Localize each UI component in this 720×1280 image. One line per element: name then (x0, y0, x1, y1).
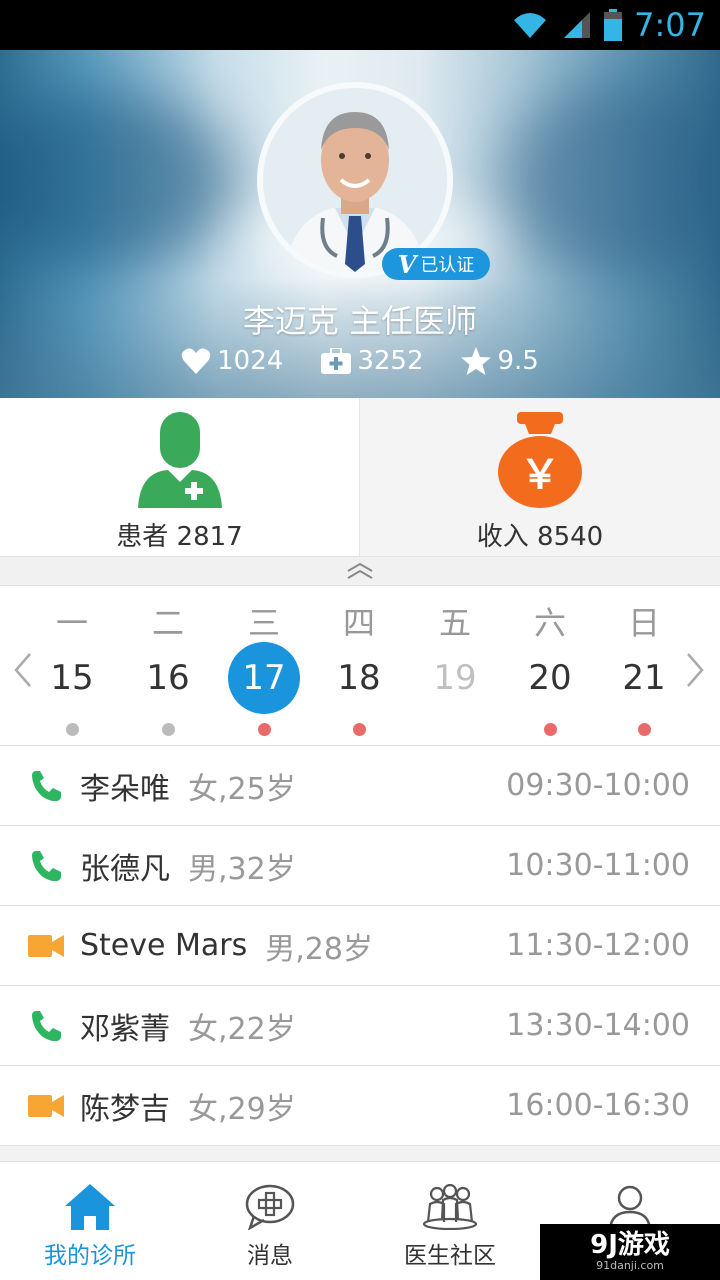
nav-doctor-community[interactable]: 医生社区 (360, 1162, 540, 1280)
date-number: 19 (433, 658, 477, 698)
phone-icon (28, 768, 64, 804)
calendar-day[interactable]: 二 16 (123, 586, 213, 746)
appointment-time: 16:00-16:30 (506, 1088, 690, 1123)
income-tile[interactable]: ￥ 收入 8540 (360, 398, 720, 556)
patient-info: 女,22岁 (188, 1011, 296, 1047)
patient-info: 女,25岁 (188, 771, 296, 807)
income-symbol: ￥ (520, 452, 560, 498)
weekday-label: 三 (247, 604, 280, 642)
patient-name: 张德凡 (80, 851, 170, 887)
date-number: 21 (622, 658, 666, 698)
nav-messages-label: 消息 (247, 1243, 293, 1269)
schedule-dot (258, 723, 271, 736)
patient-name: 陈梦吉 (80, 1091, 170, 1127)
phone-icon (28, 848, 64, 884)
appointment-row[interactable]: 张德凡 男,32岁 10:30-11:00 (0, 826, 720, 906)
cellular-signal-icon (564, 12, 591, 38)
collapse-toggle[interactable] (0, 556, 720, 586)
stat-consultations-value: 3252 (357, 346, 424, 376)
date-number: 16 (146, 658, 190, 698)
doctor-name-title: 李迈克 主任医师 (242, 302, 478, 340)
wifi-icon (514, 13, 547, 38)
appointment-list: 李朵唯 女,25岁 09:30-10:00 张德凡 男,32岁 10:30-11… (0, 746, 720, 1146)
appointment-time: 10:30-11:00 (506, 848, 690, 883)
appointment-time: 11:30-12:00 (506, 928, 690, 963)
patients-label: 患者 2817 (116, 522, 243, 552)
nav-messages[interactable]: 消息 (180, 1162, 360, 1280)
appointment-row[interactable]: 陈梦吉 女,29岁 16:00-16:30 (0, 1066, 720, 1146)
patient-info: 男,28岁 (265, 931, 373, 967)
weekday-label: 二 (151, 604, 184, 642)
date-number: 20 (528, 658, 572, 698)
patient-info: 男,32岁 (188, 851, 296, 887)
verified-v-icon: V (397, 249, 417, 279)
date-number: 15 (50, 658, 94, 698)
stat-consultations: 3252 (321, 346, 423, 376)
schedule-dot (162, 723, 175, 736)
schedule-dot (353, 723, 366, 736)
chat-medical-icon (245, 1184, 295, 1230)
schedule-dot (544, 723, 557, 736)
weekday-label: 四 (342, 604, 375, 642)
quick-tiles: 患者 2817 ￥ 收入 8540 (0, 398, 720, 556)
status-clock: 7:07 (634, 6, 706, 44)
calendar-day[interactable]: 四 18 (314, 586, 404, 746)
weekday-label: 日 (627, 604, 660, 642)
patient-name: 邓紫菁 (80, 1011, 170, 1047)
stat-rating-value: 9.5 (497, 346, 539, 376)
chevron-double-up-icon (347, 562, 373, 579)
calendar-day[interactable]: 日 21 (599, 586, 689, 746)
star-icon (461, 347, 492, 375)
video-camera-icon (28, 1088, 64, 1124)
nav-my-clinic[interactable]: 我的诊所 (0, 1162, 180, 1280)
calendar-day-disabled[interactable]: 五 19 (410, 586, 500, 746)
medical-kit-icon (321, 348, 352, 374)
verified-badge: V 已认证 (382, 248, 490, 280)
patient-name: 李朵唯 (80, 771, 170, 807)
profile-header: V 已认证 李迈克 主任医师 1024 3252 9.5 (0, 50, 720, 398)
calendar-day-selected[interactable]: 三 17 (219, 586, 309, 746)
patient-add-icon (137, 412, 222, 508)
appointment-time: 13:30-14:00 (506, 1008, 690, 1043)
verified-label: 已认证 (420, 255, 475, 276)
heart-icon (181, 348, 211, 374)
weekday-label: 五 (438, 604, 471, 642)
schedule-dot (66, 723, 79, 736)
watermark-sub: 91danji.com (596, 1259, 664, 1272)
nav-doctor-community-label: 医生社区 (404, 1243, 496, 1269)
appointment-row[interactable]: Steve Mars 男,28岁 11:30-12:00 (0, 906, 720, 986)
patient-name: Steve Mars (80, 928, 248, 963)
video-camera-icon (28, 928, 64, 964)
patients-tile[interactable]: 患者 2817 (0, 398, 360, 556)
chevron-right-icon[interactable] (684, 650, 708, 690)
week-calendar: 一 15 二 16 三 17 四 18 五 19 六 20 日 21 (0, 586, 720, 746)
home-icon (65, 1184, 115, 1230)
section-divider (0, 1146, 720, 1162)
appointment-row[interactable]: 邓紫菁 女,22岁 13:30-14:00 (0, 986, 720, 1066)
calendar-day[interactable]: 一 15 (27, 586, 117, 746)
community-group-icon (422, 1184, 478, 1230)
appointment-row[interactable]: 李朵唯 女,25岁 09:30-10:00 (0, 746, 720, 826)
appointment-time: 09:30-10:00 (506, 768, 690, 803)
stat-rating: 9.5 (461, 346, 539, 376)
watermark-logo: 9J游戏 91danji.com (540, 1224, 720, 1280)
doctor-stats: 1024 3252 9.5 (0, 346, 720, 376)
income-label: 收入 8540 (476, 522, 604, 552)
weekday-label: 一 (55, 604, 88, 642)
status-bar: 7:07 (0, 0, 720, 50)
schedule-dot (638, 723, 651, 736)
date-number: 17 (228, 642, 300, 714)
stat-likes: 1024 (181, 346, 283, 376)
stat-likes-value: 1024 (217, 346, 284, 376)
calendar-day[interactable]: 六 20 (505, 586, 595, 746)
nav-my-clinic-label: 我的诊所 (44, 1243, 136, 1269)
patient-info: 女,29岁 (188, 1091, 296, 1127)
watermark-main: 9J游戏 (590, 1230, 670, 1260)
date-number: 18 (337, 658, 381, 698)
phone-icon (28, 1008, 64, 1044)
weekday-label: 六 (533, 604, 566, 642)
battery-icon (604, 9, 623, 41)
money-bag-icon: ￥ (498, 412, 582, 508)
